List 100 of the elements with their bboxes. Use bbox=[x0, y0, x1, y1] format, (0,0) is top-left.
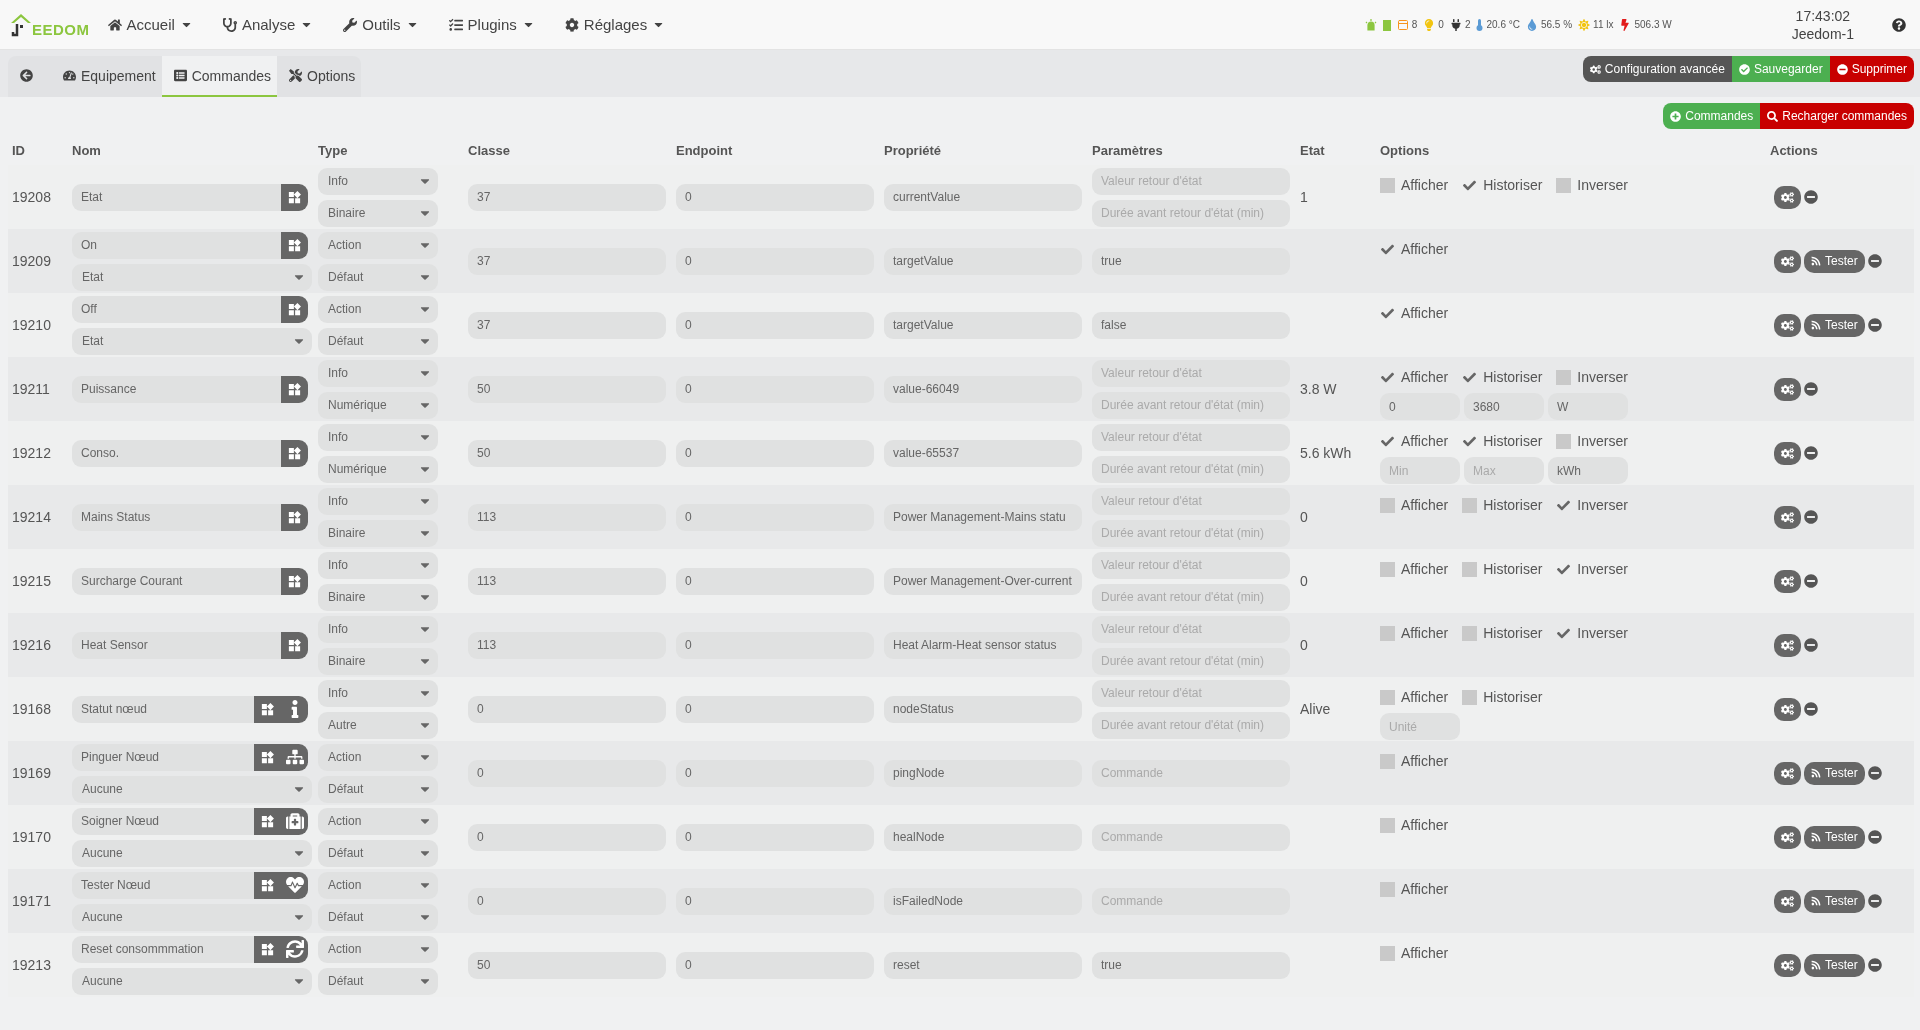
remove-icon[interactable] bbox=[1804, 190, 1818, 204]
subtype-select[interactable]: Défaut bbox=[318, 967, 438, 995]
endpoint-field[interactable]: 0 bbox=[676, 375, 874, 403]
subtype-select[interactable]: Binaire bbox=[318, 647, 438, 675]
settings-button[interactable] bbox=[1774, 505, 1801, 529]
type-select[interactable]: Info bbox=[318, 167, 438, 195]
checkbox[interactable] bbox=[1462, 497, 1478, 513]
option-field[interactable]: W bbox=[1548, 393, 1628, 420]
remove-icon[interactable] bbox=[1867, 318, 1882, 332]
name-field[interactable]: Tester Nœud bbox=[72, 871, 254, 899]
name-field[interactable]: Off bbox=[72, 295, 281, 323]
menu-item[interactable]: Accueil bbox=[107, 16, 193, 33]
subtype-select[interactable]: Binaire bbox=[318, 583, 438, 611]
checkbox[interactable] bbox=[1380, 177, 1395, 193]
menu-item[interactable]: Réglages bbox=[564, 16, 666, 33]
test-button[interactable]: Tester bbox=[1804, 953, 1865, 977]
toolbar-button[interactable]: Supprimer bbox=[1829, 56, 1914, 82]
property-field[interactable]: healNode bbox=[884, 823, 1082, 851]
test-button[interactable]: Tester bbox=[1804, 249, 1865, 273]
test-button[interactable]: Tester bbox=[1804, 889, 1865, 913]
checkbox[interactable] bbox=[1380, 945, 1395, 961]
classe-field[interactable]: 0 bbox=[468, 887, 666, 915]
help-icon[interactable] bbox=[1892, 17, 1906, 32]
type-select[interactable]: Info bbox=[318, 423, 438, 451]
property-field[interactable]: nodeStatus bbox=[884, 695, 1082, 723]
type-select[interactable]: Action bbox=[318, 871, 438, 899]
command-button[interactable]: Recharger commandes bbox=[1760, 103, 1914, 129]
settings-button[interactable] bbox=[1774, 761, 1801, 785]
settings-button[interactable] bbox=[1774, 249, 1801, 273]
subtype-select[interactable]: Défaut bbox=[318, 839, 438, 867]
parameter-field[interactable]: true bbox=[1092, 247, 1290, 275]
widget-button[interactable] bbox=[254, 695, 281, 723]
widget-button[interactable] bbox=[254, 935, 281, 963]
type-select[interactable]: Action bbox=[318, 743, 438, 771]
thermometer-icon[interactable] bbox=[1476, 18, 1484, 31]
name-field[interactable]: Etat bbox=[72, 183, 281, 211]
command-button[interactable]: Commandes bbox=[1663, 103, 1761, 129]
checkbox[interactable] bbox=[1556, 369, 1572, 385]
parameter-field[interactable]: true bbox=[1092, 951, 1290, 979]
heartbeat-button[interactable] bbox=[281, 871, 308, 899]
classe-field[interactable]: 37 bbox=[468, 247, 666, 275]
classe-field[interactable]: 50 bbox=[468, 439, 666, 467]
parameter-field[interactable]: false bbox=[1092, 311, 1290, 339]
settings-button[interactable] bbox=[1774, 377, 1801, 401]
widget-button[interactable] bbox=[281, 567, 308, 595]
classe-field[interactable]: 37 bbox=[468, 183, 666, 211]
type-select[interactable]: Info bbox=[318, 679, 438, 707]
property-field[interactable]: reset bbox=[884, 951, 1082, 979]
widget-button[interactable] bbox=[281, 183, 308, 211]
subtype-select[interactable]: Défaut bbox=[318, 327, 438, 355]
subtype-select[interactable]: Défaut bbox=[318, 775, 438, 803]
checkbox[interactable] bbox=[1380, 753, 1395, 769]
subtype-select[interactable]: Autre bbox=[318, 711, 438, 739]
property-field[interactable]: isFailedNode bbox=[884, 887, 1082, 915]
type-select[interactable]: Info bbox=[318, 551, 438, 579]
settings-button[interactable] bbox=[1774, 697, 1801, 721]
settings-button[interactable] bbox=[1774, 889, 1801, 913]
info-button[interactable] bbox=[281, 695, 308, 723]
tab[interactable]: Options bbox=[277, 56, 362, 97]
checkbox[interactable] bbox=[1380, 817, 1395, 833]
name-field[interactable]: Statut nœud bbox=[72, 695, 254, 723]
menu-item[interactable]: Plugins bbox=[448, 16, 535, 33]
checkbox[interactable] bbox=[1380, 689, 1395, 705]
name-field[interactable]: Conso. bbox=[72, 439, 281, 467]
classe-field[interactable]: 113 bbox=[468, 631, 666, 659]
settings-button[interactable] bbox=[1774, 569, 1801, 593]
remove-icon[interactable] bbox=[1867, 254, 1882, 268]
widget-button[interactable] bbox=[281, 295, 308, 323]
remove-icon[interactable] bbox=[1804, 382, 1818, 396]
property-field[interactable]: Heat Alarm-Heat sensor status bbox=[884, 631, 1082, 659]
name-field[interactable]: Puissance bbox=[72, 375, 281, 403]
classe-field[interactable]: 37 bbox=[468, 311, 666, 339]
checkbox[interactable] bbox=[1380, 561, 1395, 577]
tab[interactable]: Commandes bbox=[161, 56, 278, 97]
settings-button[interactable] bbox=[1774, 185, 1801, 209]
endpoint-field[interactable]: 0 bbox=[676, 183, 874, 211]
type-select[interactable]: Info bbox=[318, 359, 438, 387]
endpoint-field[interactable]: 0 bbox=[676, 887, 874, 915]
endpoint-field[interactable]: 0 bbox=[676, 567, 874, 595]
checkbox[interactable] bbox=[1380, 497, 1395, 513]
remove-icon[interactable] bbox=[1804, 510, 1818, 524]
classe-field[interactable]: 113 bbox=[468, 503, 666, 531]
property-field[interactable]: value-66049 bbox=[884, 375, 1082, 403]
endpoint-field[interactable]: 0 bbox=[676, 439, 874, 467]
endpoint-field[interactable]: 0 bbox=[676, 823, 874, 851]
medkit-button[interactable] bbox=[281, 807, 308, 835]
property-field[interactable]: Power Management-Mains statu bbox=[884, 503, 1082, 531]
subtype-select[interactable]: Binaire bbox=[318, 519, 438, 547]
tab[interactable]: Equipement bbox=[51, 56, 162, 97]
name-field[interactable]: Surcharge Courant bbox=[72, 567, 281, 595]
subtype-select[interactable]: Numérique bbox=[318, 391, 438, 419]
remove-icon[interactable] bbox=[1867, 958, 1882, 972]
type-select[interactable]: Info bbox=[318, 615, 438, 643]
settings-button[interactable] bbox=[1774, 953, 1801, 977]
checkbox[interactable] bbox=[1380, 625, 1395, 641]
remove-icon[interactable] bbox=[1804, 574, 1818, 588]
remove-icon[interactable] bbox=[1867, 766, 1882, 780]
checkbox[interactable] bbox=[1556, 177, 1572, 193]
endpoint-field[interactable]: 0 bbox=[676, 631, 874, 659]
settings-button[interactable] bbox=[1774, 441, 1801, 465]
